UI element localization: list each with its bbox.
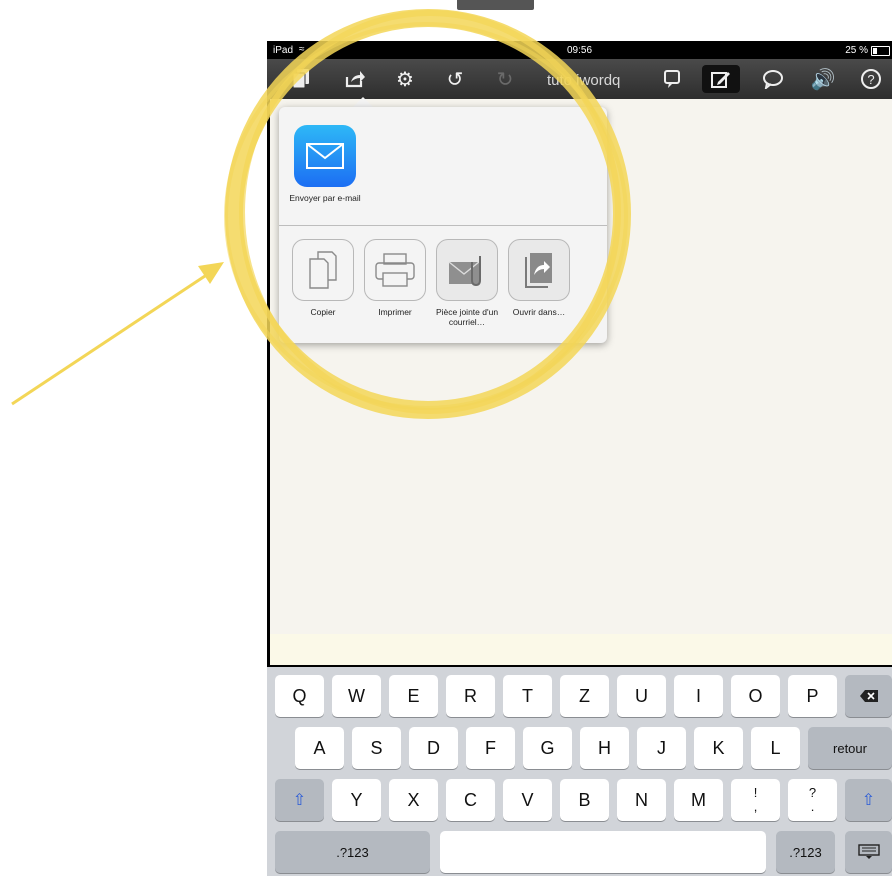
action-label: Imprimer — [378, 307, 412, 317]
mail-icon — [294, 125, 356, 187]
undo-icon[interactable]: ↺ — [439, 63, 471, 95]
print-icon — [364, 239, 426, 301]
settings-icon[interactable]: ⚙ — [389, 63, 421, 95]
space-key[interactable] — [440, 831, 766, 873]
key-y[interactable]: Y — [332, 779, 381, 821]
prediction-strip — [270, 634, 892, 665]
share-popover: Envoyer par e-mail Copier Imprimer Pièce… — [279, 107, 607, 343]
key-r[interactable]: R — [446, 675, 495, 717]
action-open-in[interactable]: Ouvrir dans… — [499, 239, 579, 317]
key-exclamation-comma[interactable]: ! , — [731, 779, 780, 821]
clock: 09:56 — [566, 45, 593, 56]
key-n[interactable]: N — [617, 779, 666, 821]
top-tab — [457, 0, 534, 10]
key-l[interactable]: L — [751, 727, 800, 769]
battery-icon — [871, 46, 890, 56]
keyboard: Q W E R T Z U I O P A S D F G H J K L re… — [267, 667, 892, 876]
key-z[interactable]: Z — [560, 675, 609, 717]
keyboard-icon — [857, 844, 880, 859]
shift-left-key[interactable]: ⇧ — [275, 779, 324, 821]
share-item-email[interactable]: Envoyer par e-mail — [285, 125, 365, 203]
key-q[interactable]: Q — [275, 675, 324, 717]
speech-bubble-icon[interactable] — [757, 63, 789, 95]
key-j[interactable]: J — [637, 727, 686, 769]
key-v[interactable]: V — [503, 779, 552, 821]
key-t[interactable]: T — [503, 675, 552, 717]
edit-icon[interactable] — [702, 65, 740, 93]
key-x[interactable]: X — [389, 779, 438, 821]
action-label: Copier — [310, 307, 336, 317]
key-bottom-char: . — [810, 799, 815, 814]
key-b[interactable]: B — [560, 779, 609, 821]
key-s[interactable]: S — [352, 727, 401, 769]
attachment-icon — [436, 239, 498, 301]
shift-right-key[interactable]: ⇧ — [845, 779, 892, 821]
speaker-icon[interactable]: 🔊 — [807, 63, 839, 95]
toolbar: ⚙ ↺ ↻ tuto iwordq 🔊 ? — [267, 59, 892, 99]
documents-icon[interactable] — [285, 63, 317, 95]
action-label: Pièce jointe d'un courriel… — [435, 307, 499, 327]
key-h[interactable]: H — [580, 727, 629, 769]
svg-text:?: ? — [867, 72, 874, 87]
share-icon[interactable] — [339, 63, 371, 95]
pointer-arrow — [11, 262, 224, 406]
key-i[interactable]: I — [674, 675, 723, 717]
help-icon[interactable]: ? — [855, 63, 887, 95]
key-o[interactable]: O — [731, 675, 780, 717]
key-e[interactable]: E — [389, 675, 438, 717]
key-p[interactable]: P — [788, 675, 837, 717]
action-label: Ouvrir dans… — [512, 307, 566, 317]
key-f[interactable]: F — [466, 727, 515, 769]
action-copy[interactable]: Copier — [283, 239, 363, 317]
numbers-key-left[interactable]: .?123 — [275, 831, 430, 873]
action-print[interactable]: Imprimer — [355, 239, 435, 317]
hide-keyboard-key[interactable] — [845, 831, 892, 873]
battery-percent: 25 % — [845, 45, 868, 56]
redo-icon[interactable]: ↻ — [489, 63, 521, 95]
copy-icon — [292, 239, 354, 301]
key-u[interactable]: U — [617, 675, 666, 717]
key-top-char: ! — [753, 785, 758, 800]
key-d[interactable]: D — [409, 727, 458, 769]
key-w[interactable]: W — [332, 675, 381, 717]
key-a[interactable]: A — [295, 727, 344, 769]
ipad-screen: iPad ≈ 09:56 25 % ⚙ ↺ ↻ tuto iwordq 🔊 ? — [267, 41, 892, 876]
key-g[interactable]: G — [523, 727, 572, 769]
backspace-icon — [859, 690, 878, 702]
action-attachment[interactable]: Pièce jointe d'un courriel… — [427, 239, 507, 327]
status-bar: iPad ≈ 09:56 25 % — [267, 41, 892, 59]
key-bottom-char: , — [753, 799, 758, 814]
divider — [279, 225, 607, 226]
key-question-period[interactable]: ? . — [788, 779, 837, 821]
numbers-key-right[interactable]: .?123 — [776, 831, 835, 873]
backspace-key[interactable] — [845, 675, 892, 717]
shift-icon: ⇧ — [861, 792, 876, 809]
shift-icon: ⇧ — [292, 792, 307, 809]
key-c[interactable]: C — [446, 779, 495, 821]
prediction-icon[interactable] — [657, 63, 689, 95]
document-title: tuto iwordq — [547, 72, 621, 89]
key-m[interactable]: M — [674, 779, 723, 821]
share-item-label: Envoyer par e-mail — [289, 193, 361, 203]
key-top-char: ? — [808, 785, 817, 800]
key-k[interactable]: K — [694, 727, 743, 769]
open-in-icon — [508, 239, 570, 301]
return-key[interactable]: retour — [808, 727, 892, 769]
